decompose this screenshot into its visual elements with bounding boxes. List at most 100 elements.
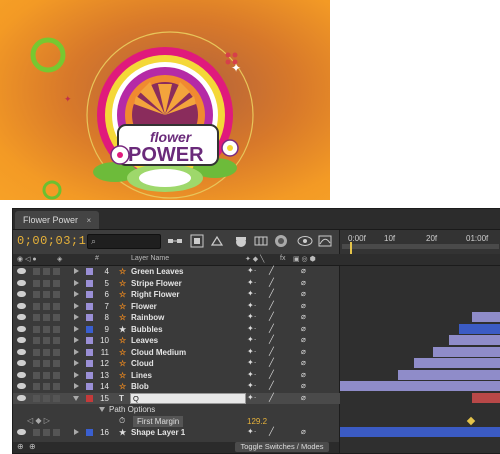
- expand-arrow-icon[interactable]: [74, 325, 79, 332]
- eye-icon[interactable]: [17, 429, 26, 435]
- layer-duration-bar[interactable]: [472, 392, 500, 403]
- lock-toggle[interactable]: [53, 394, 60, 402]
- lock-toggle[interactable]: [53, 302, 60, 310]
- layer-duration-bar[interactable]: [433, 346, 500, 357]
- quality-switch-icon[interactable]: ╱: [269, 289, 274, 298]
- expand-arrow-icon[interactable]: [74, 337, 79, 343]
- quality-switch-icon[interactable]: ╱: [269, 278, 274, 287]
- draft-3d-icon[interactable]: [209, 233, 225, 249]
- layer-duration-bar[interactable]: [340, 381, 500, 391]
- graph-editor-icon[interactable]: [317, 233, 333, 249]
- audio-toggle[interactable]: [33, 268, 40, 275]
- layer-name[interactable]: Blob: [131, 381, 149, 392]
- layer-name[interactable]: Shape Layer 1: [131, 427, 185, 438]
- eye-icon[interactable]: [17, 314, 26, 320]
- link-icon[interactable]: ⌀: [301, 335, 306, 344]
- lock-toggle[interactable]: [53, 371, 60, 379]
- solo-toggle[interactable]: [43, 314, 50, 321]
- expand-arrow-icon[interactable]: [74, 302, 79, 309]
- layer-duration-bar[interactable]: [459, 323, 500, 334]
- hide-shy-layers-icon[interactable]: [233, 233, 249, 249]
- eye-icon[interactable]: [17, 325, 26, 332]
- label-color-swatch[interactable]: [86, 279, 93, 287]
- quality-switch-icon[interactable]: ╱: [269, 427, 274, 436]
- eye-icon[interactable]: [17, 371, 26, 378]
- link-icon[interactable]: ⌀: [301, 312, 306, 321]
- layer-duration-bar[interactable]: [472, 312, 500, 322]
- audio-toggle[interactable]: [33, 279, 40, 287]
- shy-switch-icon[interactable]: ✦·: [247, 358, 256, 367]
- layer-duration-bar[interactable]: [340, 427, 500, 437]
- link-icon[interactable]: ⌀: [301, 358, 306, 367]
- audio-toggle[interactable]: [33, 360, 40, 367]
- link-icon[interactable]: ⌀: [301, 278, 306, 287]
- lock-toggle[interactable]: [53, 291, 60, 298]
- keyframe-nav-icon[interactable]: ◁ ◆ ▷: [27, 416, 50, 425]
- expand-arrow-icon[interactable]: [74, 371, 79, 378]
- work-area-bar[interactable]: [342, 244, 499, 249]
- label-color-swatch[interactable]: [86, 429, 93, 436]
- shy-switch-icon[interactable]: ✦·: [247, 370, 256, 379]
- expand-arrow-icon[interactable]: [73, 395, 79, 401]
- layer-name[interactable]: Leaves: [131, 335, 158, 346]
- quality-switch-icon[interactable]: ╱: [269, 266, 274, 275]
- layer-name[interactable]: Cloud Medium: [131, 347, 186, 358]
- link-icon[interactable]: ⌀: [301, 289, 306, 298]
- shy-switch-icon[interactable]: ✦·: [247, 335, 256, 344]
- audio-toggle[interactable]: [33, 291, 40, 298]
- solo-toggle[interactable]: [43, 291, 50, 298]
- layer-name-header[interactable]: Layer Name: [131, 255, 169, 262]
- layer-name-field[interactable]: Q: [130, 392, 246, 404]
- quality-switch-icon[interactable]: ╱: [269, 393, 274, 402]
- layer-duration-bar[interactable]: [397, 369, 500, 380]
- footer-toggle-icon[interactable]: ⊕: [29, 442, 36, 451]
- eye-icon[interactable]: [17, 360, 26, 366]
- link-icon[interactable]: ⌀: [301, 427, 306, 436]
- solo-toggle[interactable]: [43, 279, 50, 287]
- lock-toggle[interactable]: [53, 325, 60, 333]
- eye-icon[interactable]: [17, 291, 26, 297]
- eye-icon[interactable]: [17, 279, 26, 286]
- label-color-swatch[interactable]: [86, 383, 93, 390]
- solo-toggle[interactable]: [43, 371, 50, 379]
- solo-toggle[interactable]: [43, 429, 50, 436]
- solo-toggle[interactable]: [43, 325, 50, 333]
- lock-toggle[interactable]: [53, 337, 60, 344]
- link-icon[interactable]: ⌀: [301, 381, 306, 390]
- quality-switch-icon[interactable]: ╱: [269, 324, 274, 333]
- brainstorm-icon[interactable]: [297, 233, 313, 249]
- label-color-swatch[interactable]: [86, 360, 93, 367]
- layer-name[interactable]: Stripe Flower: [131, 278, 182, 289]
- expand-arrow-icon[interactable]: [74, 279, 79, 286]
- link-icon[interactable]: ⌀: [301, 324, 306, 333]
- layer-name[interactable]: Bubbles: [131, 324, 163, 335]
- shy-switch-icon[interactable]: ✦·: [247, 266, 256, 275]
- shy-switch-icon[interactable]: ✦·: [247, 289, 256, 298]
- quality-switch-icon[interactable]: ╱: [269, 335, 274, 344]
- layer-name[interactable]: Right Flower: [131, 289, 179, 300]
- lock-toggle[interactable]: [53, 314, 60, 321]
- time-ruler[interactable]: 0:00f 10f 20f 01:00f: [340, 230, 500, 256]
- label-color-swatch[interactable]: [86, 291, 93, 298]
- expand-arrow-icon[interactable]: [74, 268, 79, 274]
- solo-toggle[interactable]: [43, 302, 50, 310]
- shy-switch-icon[interactable]: ✦·: [247, 278, 256, 287]
- layer-duration-bar[interactable]: [449, 335, 500, 345]
- shy-switch-icon[interactable]: ✦·: [247, 347, 256, 356]
- label-color-swatch[interactable]: [86, 325, 93, 333]
- label-color-swatch[interactable]: [86, 348, 93, 356]
- audio-toggle[interactable]: [33, 325, 40, 333]
- shy-switch-icon[interactable]: ✦·: [247, 312, 256, 321]
- first-margin-value[interactable]: 129.2: [247, 416, 267, 427]
- audio-toggle[interactable]: [33, 394, 40, 402]
- quality-switch-icon[interactable]: ╱: [269, 381, 274, 390]
- layer-name[interactable]: Green Leaves: [131, 266, 183, 277]
- shy-switch-icon[interactable]: ✦·: [247, 381, 256, 390]
- eye-icon[interactable]: [17, 268, 26, 274]
- audio-toggle[interactable]: [33, 337, 40, 344]
- shy-switch-icon[interactable]: ✦·: [247, 393, 256, 402]
- solo-toggle[interactable]: [43, 383, 50, 390]
- layer-name[interactable]: Flower: [131, 301, 157, 312]
- motion-blur-icon[interactable]: [273, 233, 289, 249]
- link-icon[interactable]: ⌀: [301, 347, 306, 356]
